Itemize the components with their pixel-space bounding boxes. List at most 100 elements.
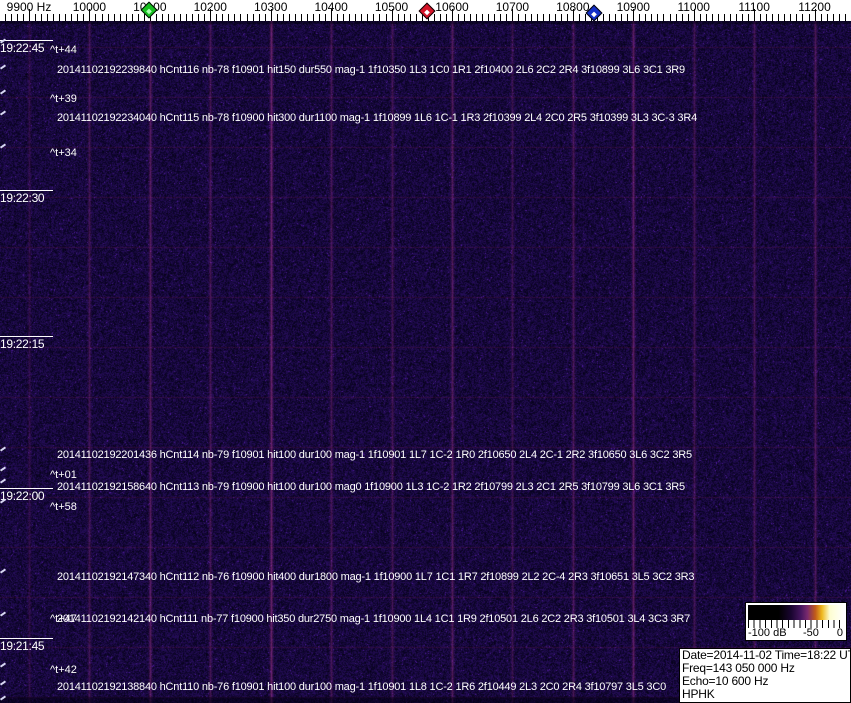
ruler-tick [790, 14, 792, 21]
ruler-tick [361, 14, 363, 21]
ruler-tick [16, 14, 18, 21]
ruler-tick [621, 14, 623, 21]
ruler-tick [192, 14, 194, 21]
status-info-box: Date=2014-11-02 Time=18:22 UTC Freq=143 … [679, 648, 851, 703]
ruler-tick [536, 14, 538, 21]
ruler-tick [113, 14, 115, 21]
ruler-tick [651, 14, 653, 21]
ruler-tick [337, 14, 339, 21]
ruler-label: 10300 [254, 0, 288, 14]
ruler-tick [735, 14, 737, 21]
ruler-label: 10600 [435, 0, 469, 14]
ruler-tick [802, 14, 804, 21]
ruler-tick [808, 14, 810, 21]
ruler-tick [657, 14, 659, 21]
ruler-tick [778, 14, 780, 21]
ruler-tick [53, 14, 55, 21]
ruler-label: 10700 [495, 0, 530, 14]
ruler-tick [458, 14, 460, 21]
ruler-tick [488, 14, 490, 21]
ruler-label: 10500 [374, 0, 409, 14]
ruler-tick [772, 14, 774, 21]
ruler-tick [161, 14, 163, 21]
ruler-tick [41, 14, 43, 21]
ruler-tick [264, 14, 266, 21]
ruler-label: 11000 [677, 0, 710, 14]
ruler-tick [464, 14, 466, 21]
ruler-tick [373, 14, 375, 21]
ruler-tick [627, 14, 629, 21]
ruler-tick [518, 14, 520, 21]
ruler-label: 10900 [616, 0, 650, 14]
ruler-tick [844, 14, 846, 21]
ruler-tick [675, 14, 677, 21]
ruler-tick [542, 14, 544, 21]
ruler-tick [554, 14, 556, 21]
ruler-tick [524, 14, 526, 21]
ruler-tick [367, 14, 369, 21]
ruler-tick [385, 14, 387, 21]
ruler-tick [566, 14, 568, 21]
ruler-tick [826, 14, 828, 21]
ruler-tick [47, 14, 49, 21]
ruler-tick [530, 14, 532, 21]
ruler-tick [615, 14, 617, 21]
red-diamond-marker-core [424, 9, 430, 16]
legend-min-label: -100 dB [748, 627, 787, 639]
spectrogram-window: 9900 Hz100001010010200103001040010500106… [0, 0, 851, 703]
ruler-tick [609, 14, 611, 21]
legend-max-label: 0 [836, 627, 843, 639]
ruler-tick [506, 14, 508, 21]
ruler-tick [83, 14, 85, 21]
ruler-tick [107, 14, 109, 21]
ruler-tick [433, 14, 435, 21]
ruler-tick [131, 14, 133, 21]
ruler-tick [234, 14, 236, 21]
ruler-tick [276, 14, 278, 21]
ruler-tick [820, 14, 822, 21]
color-scale-gradient [748, 605, 844, 620]
blue-diamond-marker-core [591, 11, 597, 18]
green-diamond-marker-core [146, 8, 152, 15]
ruler-tick [711, 14, 713, 21]
ruler-label: 10000 [72, 0, 107, 14]
ruler-tick [760, 14, 762, 21]
ruler-tick [65, 14, 67, 21]
ruler-tick [705, 14, 707, 21]
ruler-tick [155, 14, 157, 21]
ruler-tick [282, 14, 284, 21]
ruler-tick [325, 14, 327, 21]
ruler-tick [766, 14, 768, 21]
ruler-tick [723, 14, 725, 21]
ruler-tick [560, 14, 562, 21]
ruler-tick [669, 14, 671, 21]
ruler-tick [59, 14, 61, 21]
ruler-tick [137, 14, 139, 21]
ruler-tick [313, 14, 314, 21]
ruler-tick [500, 14, 502, 21]
ruler-tick [578, 14, 580, 21]
ruler-tick [10, 14, 12, 21]
ruler-tick [639, 14, 641, 21]
ruler-tick [584, 14, 586, 21]
ruler-tick [252, 14, 254, 21]
ruler-tick [349, 14, 351, 21]
ruler-tick [294, 14, 296, 21]
ruler-tick [663, 14, 665, 21]
ruler-tick [343, 14, 345, 21]
ruler-tick [4, 14, 6, 21]
ruler-tick [355, 14, 357, 21]
ruler-tick [246, 14, 248, 21]
ruler-tick [186, 14, 188, 21]
ruler-tick [167, 14, 169, 21]
ruler-tick [717, 14, 719, 21]
ruler-tick [198, 14, 200, 21]
ruler-tick [482, 14, 484, 21]
station-id: HPHK [682, 687, 715, 701]
ruler-tick [319, 14, 321, 21]
ruler-label: 11100 [738, 0, 770, 14]
color-scale-labels: -100 dB -50 0 [746, 627, 846, 641]
ruler-tick [125, 14, 127, 21]
ruler-tick [397, 14, 399, 21]
spectrogram-display[interactable] [0, 21, 851, 703]
